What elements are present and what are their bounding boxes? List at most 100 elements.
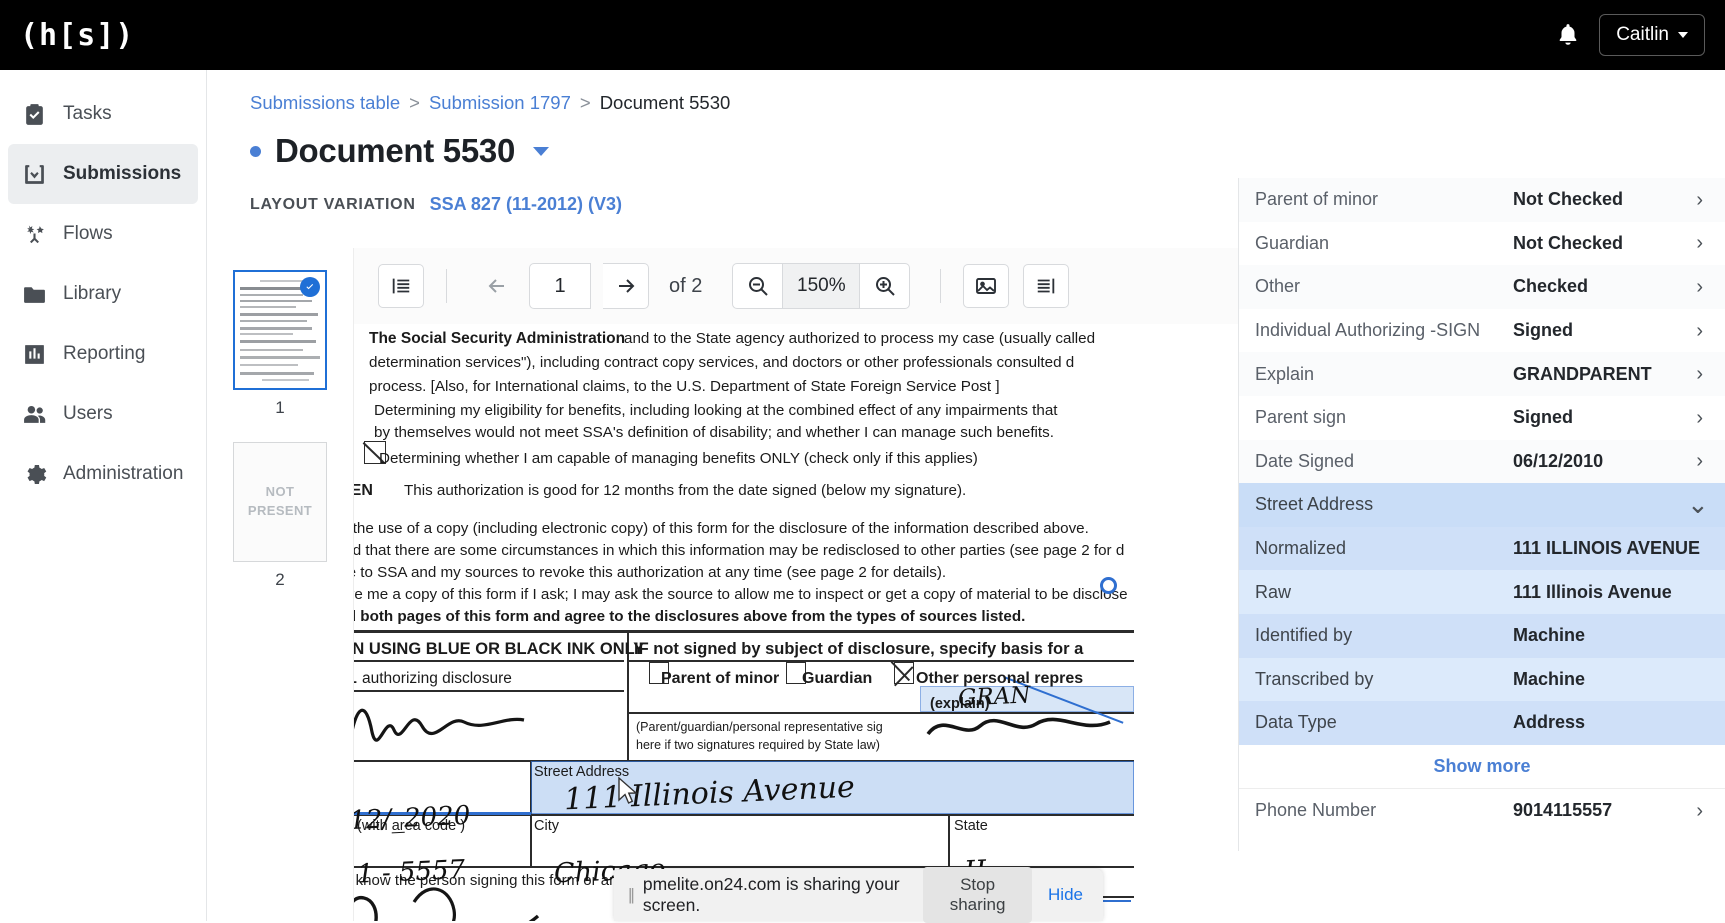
field-label: Identified by	[1255, 625, 1513, 646]
document-text-line: WHEN	[354, 482, 373, 500]
field-row[interactable]: GuardianNot Checked›	[1239, 222, 1725, 266]
breadcrumb: Submissions table > Submission 1797 > Do…	[250, 92, 1725, 114]
top-bar: (h[s]) Caitlin	[0, 0, 1725, 70]
field-subrow[interactable]: Raw111 Illinois Avenue	[1239, 570, 1725, 614]
clipboard-check-icon	[22, 102, 47, 127]
flow-branch-icon	[22, 222, 47, 247]
top-bar-right: Caitlin	[1555, 14, 1705, 56]
page-thumbnail-list: 1 NOT PRESENT 2	[207, 248, 353, 921]
thumbnail-image	[233, 270, 327, 390]
sidebar-item-tasks[interactable]: Tasks	[8, 84, 198, 144]
zoom-in-icon	[873, 274, 897, 298]
panel-collapse-right-icon	[1035, 275, 1057, 297]
drag-grip-icon[interactable]: ||	[628, 885, 633, 905]
app-logo: (h[s])	[20, 18, 134, 53]
field-subrow[interactable]: Identified byMachine	[1239, 614, 1725, 658]
hide-share-bar-button[interactable]: Hide	[1042, 877, 1089, 913]
sidebar-item-label: Administration	[63, 463, 183, 485]
field-label: Parent of minor	[1255, 189, 1513, 210]
thumbnail-checked-badge	[300, 277, 320, 297]
thumbnail-page-2[interactable]: NOT PRESENT 2	[233, 442, 327, 610]
document-text-line: process. [Also, for International claims…	[369, 378, 1000, 395]
field-label: Parent sign	[1255, 407, 1513, 428]
field-subrow[interactable]: Normalized111 ILLINOIS AVENUE	[1239, 527, 1725, 571]
thumbnail-page-1[interactable]: 1	[233, 270, 327, 438]
zoom-in-button[interactable]	[860, 263, 910, 309]
sidebar-item-submissions[interactable]: Submissions	[8, 144, 198, 204]
field-subrow[interactable]: Transcribed byMachine	[1239, 658, 1725, 702]
sidebar-item-library[interactable]: Library	[8, 264, 198, 324]
field-subrow[interactable]: Data TypeAddress	[1239, 701, 1725, 745]
chevron-right-icon: ›	[1687, 190, 1703, 210]
sidebar-item-users[interactable]: Users	[8, 384, 198, 444]
image-view-button[interactable]	[963, 264, 1009, 308]
bell-icon[interactable]	[1555, 21, 1581, 49]
page-number-input[interactable]: 1	[529, 263, 591, 309]
field-row[interactable]: Parent of minorNot Checked›	[1239, 178, 1725, 222]
field-value: GRANDPARENT	[1513, 364, 1687, 385]
breadcrumb-separator: >	[580, 92, 591, 114]
arrow-left-icon	[485, 274, 509, 298]
user-menu-button[interactable]: Caitlin	[1599, 14, 1705, 56]
field-row[interactable]: OtherChecked›	[1239, 265, 1725, 309]
page-count-label: of 2	[669, 275, 702, 298]
field-label: Date Signed	[1255, 451, 1513, 472]
document-text-line: State	[954, 818, 988, 834]
next-page-button[interactable]	[603, 263, 649, 309]
sidebar-item-administration[interactable]: Administration	[8, 444, 198, 504]
panel-collapse-right-button[interactable]	[1023, 264, 1069, 308]
field-group-street-address[interactable]: Street Address⌄	[1239, 483, 1725, 527]
extracted-fields-list: Parent of minorNot Checked›GuardianNot C…	[1239, 178, 1725, 832]
document-text-line: Parent of minor	[661, 670, 779, 688]
breadcrumb-item-submission[interactable]: Submission 1797	[429, 92, 571, 114]
document-text-line: UAL	[354, 670, 357, 688]
document-text-line: Determining whether I am capable of mana…	[379, 450, 978, 467]
chevron-down-icon[interactable]	[533, 147, 549, 156]
field-value: 111 ILLINOIS AVENUE	[1513, 538, 1703, 559]
prev-page-button[interactable]	[477, 265, 517, 307]
document-text-line: SIGN USING BLUE OR BLACK INK ONLY	[354, 640, 644, 659]
field-value: Not Checked	[1513, 233, 1687, 254]
document-text-line: This authorization is good for 12 months…	[404, 482, 966, 499]
panel-collapse-left-icon[interactable]	[378, 264, 424, 308]
chevron-right-icon: ›	[1687, 321, 1703, 341]
document-text-line: here if two signatures required by State…	[636, 738, 880, 752]
status-dot	[250, 146, 261, 157]
field-value: Not Checked	[1513, 189, 1687, 210]
thumbnail-not-present: NOT PRESENT	[233, 442, 327, 562]
zoom-out-button[interactable]	[732, 263, 782, 309]
screen-share-bar: || pmelite.on24.com is sharing your scre…	[614, 869, 1103, 921]
show-more-link[interactable]: Show more	[1239, 745, 1725, 789]
sidebar: Tasks Submissions Flows Library Reportin…	[0, 70, 207, 921]
document-text-line: City	[534, 818, 559, 834]
screen-share-message: pmelite.on24.com is sharing your screen.	[643, 874, 913, 916]
chevron-right-icon: ›	[1687, 451, 1703, 471]
zoom-level-value[interactable]: 150%	[782, 263, 860, 309]
stop-sharing-button[interactable]: Stop sharing	[923, 867, 1032, 923]
field-row[interactable]: ExplainGRANDPARENT›	[1239, 352, 1725, 396]
field-label: Other	[1255, 276, 1513, 297]
field-row[interactable]: Phone Number9014115557›	[1239, 789, 1725, 833]
chevron-down-icon: ⌄	[1687, 498, 1703, 511]
field-row[interactable]: Individual Authorizing -SIGNSigned›	[1239, 309, 1725, 353]
sidebar-item-label: Flows	[63, 223, 113, 245]
sidebar-item-flows[interactable]: Flows	[8, 204, 198, 264]
document-text-line: The Social Security Administration	[369, 330, 625, 348]
thumbnail-placeholder-line1: NOT	[248, 483, 312, 502]
document-text-line: read both pages of this form and agree t…	[354, 608, 1025, 625]
field-value: Machine	[1513, 669, 1703, 690]
selection-handle[interactable]	[1100, 577, 1117, 594]
document-text-line: Guardian	[802, 670, 872, 688]
document-text-line: write to SSA and my sources to revoke th…	[354, 564, 946, 581]
field-value: Machine	[1513, 625, 1703, 646]
breadcrumb-item-submissions-table[interactable]: Submissions table	[250, 92, 400, 114]
field-label: Guardian	[1255, 233, 1513, 254]
field-row[interactable]: Date Signed06/12/2010›	[1239, 440, 1725, 484]
field-value: 06/12/2010	[1513, 451, 1687, 472]
mouse-cursor-icon	[616, 776, 640, 806]
field-label: Phone Number	[1255, 800, 1513, 821]
sidebar-item-reporting[interactable]: Reporting	[8, 324, 198, 384]
field-row[interactable]: Parent signSigned›	[1239, 396, 1725, 440]
layout-variation-value[interactable]: SSA 827 (11-2012) (V3)	[430, 194, 622, 215]
breadcrumb-separator: >	[409, 92, 420, 114]
